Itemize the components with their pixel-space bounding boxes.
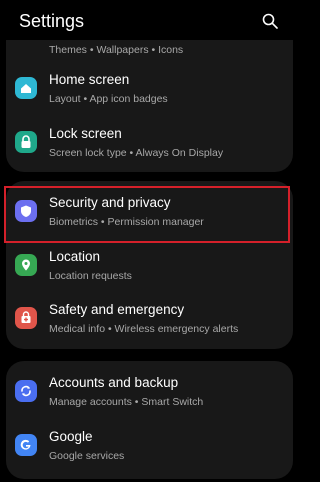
settings-item-subtitle: Location requests <box>49 270 132 282</box>
settings-group-accounts: Accounts and backup Manage accounts • Sm… <box>6 361 293 479</box>
page-title: Settings <box>19 11 85 31</box>
shield-icon <box>15 200 37 222</box>
search-icon[interactable] <box>262 13 278 29</box>
wallpaper-style-subtitle[interactable]: Themes • Wallpapers • Icons <box>49 44 183 56</box>
home-icon <box>15 77 37 99</box>
settings-item-location[interactable]: Location Location requests <box>6 239 293 293</box>
sync-icon <box>15 380 37 402</box>
settings-item-title: Safety and emergency <box>49 302 185 317</box>
settings-item-title: Lock screen <box>49 126 122 141</box>
settings-item-google[interactable]: Google Google services <box>6 419 293 473</box>
settings-item-safety-and-emergency[interactable]: Safety and emergency Medical info • Wire… <box>6 292 293 346</box>
emergency-icon <box>15 307 37 329</box>
settings-item-subtitle: Medical info • Wireless emergency alerts <box>49 323 239 335</box>
google-icon <box>15 434 37 456</box>
location-pin-icon <box>15 254 37 276</box>
settings-item-subtitle: Layout • App icon badges <box>49 93 168 105</box>
app-header: Settings <box>0 0 295 44</box>
settings-item-subtitle: Manage accounts • Smart Switch <box>49 396 204 408</box>
settings-item-subtitle: Screen lock type • Always On Display <box>49 147 224 159</box>
settings-group-display: Themes • Wallpapers • Icons Home screen … <box>6 40 293 172</box>
settings-item-subtitle: Biometrics • Permission manager <box>49 216 204 228</box>
settings-item-title: Accounts and backup <box>49 375 179 390</box>
settings-group-security: Security and privacy Biometrics • Permis… <box>6 181 293 349</box>
settings-item-lock-screen[interactable]: Lock screen Screen lock type • Always On… <box>6 116 293 170</box>
settings-item-home-screen[interactable]: Home screen Layout • App icon badges <box>6 62 293 116</box>
settings-item-title: Home screen <box>49 72 130 87</box>
lock-icon <box>15 131 37 153</box>
settings-item-subtitle: Google services <box>49 450 125 462</box>
settings-item-title: Google <box>49 429 93 444</box>
settings-item-accounts-and-backup[interactable]: Accounts and backup Manage accounts • Sm… <box>6 365 293 419</box>
settings-item-title: Security and privacy <box>49 195 171 210</box>
settings-item-security-and-privacy[interactable]: Security and privacy Biometrics • Permis… <box>6 185 293 239</box>
settings-item-title: Location <box>49 249 101 264</box>
